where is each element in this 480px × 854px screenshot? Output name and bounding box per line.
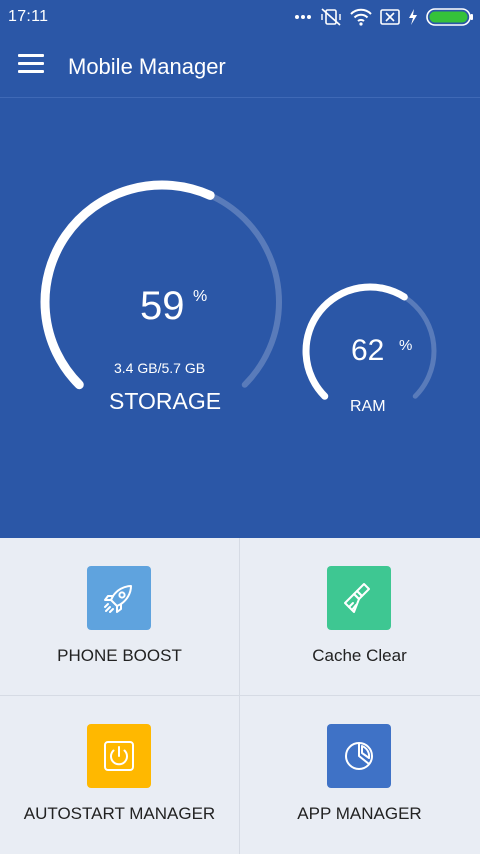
vibrate-off-icon — [320, 7, 342, 27]
pie-chart-icon — [327, 724, 391, 788]
autostart-manager-label: AUTOSTART MANAGER — [23, 804, 216, 823]
storage-percent-symbol: % — [193, 288, 208, 305]
usage-overview: 59 % 3.4 GB/5.7 GB STORAGE 62 % RAM — [0, 98, 480, 538]
app-manager-label: APP MANAGER — [297, 804, 422, 823]
storage-percent: 59 — [140, 284, 185, 328]
status-icons — [294, 6, 474, 28]
storage-label: STORAGE — [109, 388, 222, 414]
status-bar: 17:11 — [0, 0, 480, 34]
autostart-manager-button[interactable]: AUTOSTART MANAGER — [0, 696, 239, 853]
power-icon — [87, 724, 151, 788]
storage-usage: 3.4 GB/5.7 GB — [114, 360, 206, 376]
more-dots-icon — [294, 14, 312, 20]
app-manager-button[interactable]: APP MANAGER — [240, 696, 479, 853]
ram-percent-symbol: % — [399, 337, 413, 354]
cache-clear-label: Cache Clear — [312, 646, 407, 665]
app-bar: Mobile Manager — [0, 34, 480, 98]
battery-icon — [426, 8, 474, 26]
menu-icon[interactable] — [18, 54, 48, 80]
phone-boost-button[interactable]: PHONE BOOST — [0, 538, 239, 695]
gauges — [40, 180, 437, 400]
cache-clear-button[interactable]: Cache Clear — [240, 538, 479, 695]
notification-x-icon — [380, 8, 400, 26]
page-title: Mobile Manager — [68, 54, 226, 79]
ram-percent: 62 — [351, 334, 385, 367]
charging-bolt-icon — [408, 9, 418, 25]
storage-gauge-fill — [40, 180, 215, 390]
phone-boost-label: PHONE BOOST — [57, 646, 182, 665]
broom-icon — [327, 566, 391, 630]
wifi-icon — [350, 8, 372, 26]
rocket-icon — [87, 566, 151, 630]
status-time: 17:11 — [8, 8, 49, 25]
ram-label: RAM — [350, 398, 386, 415]
tools-grid: PHONE BOOST Cache Clear AUTOSTART MANAGE… — [0, 538, 480, 854]
